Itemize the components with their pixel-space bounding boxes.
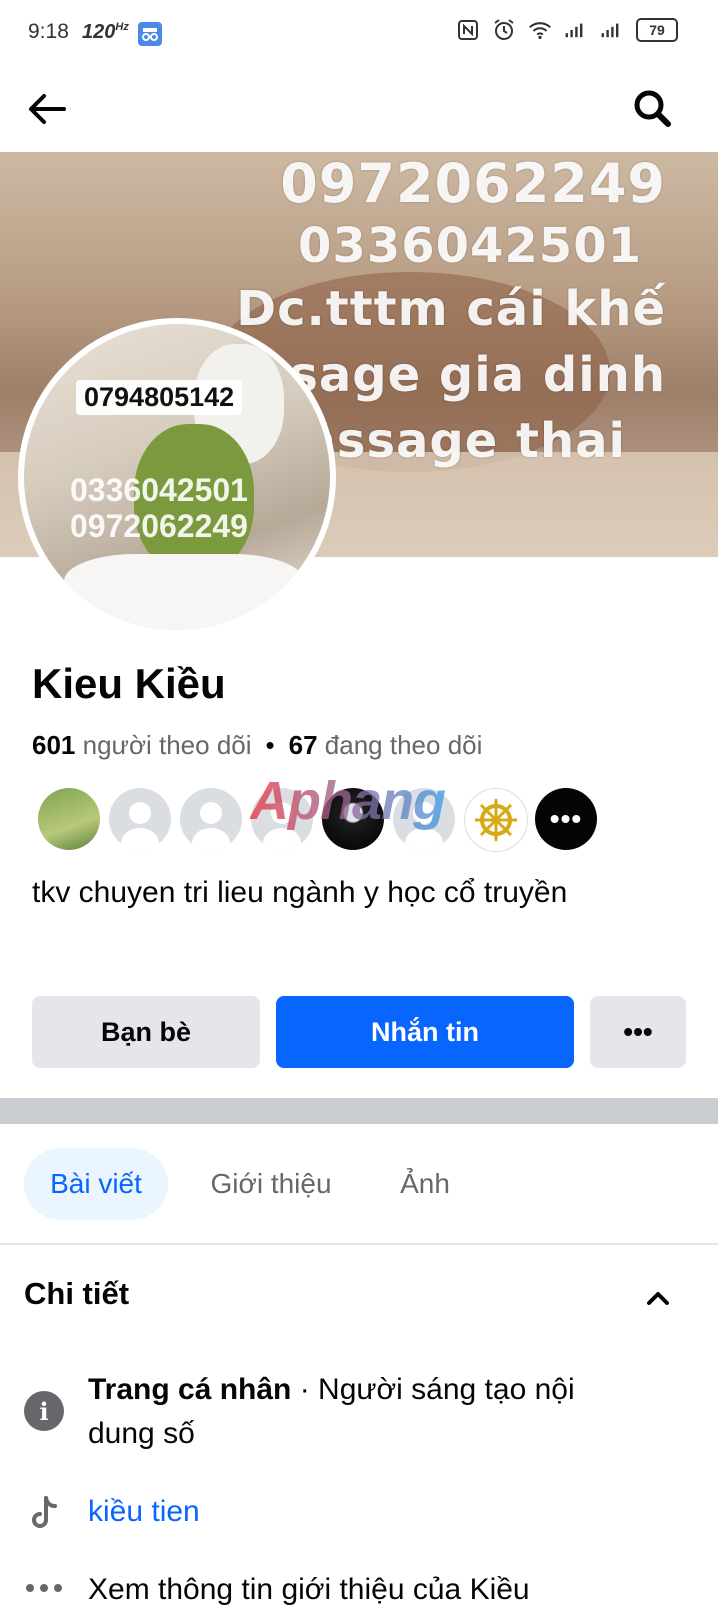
profile-tabs: Bài viết Giới thiệu Ảnh — [0, 1148, 718, 1220]
nfc-icon — [456, 18, 480, 42]
profile-name: Kieu Kiều — [32, 660, 226, 707]
friend-avatar-placeholder[interactable] — [109, 788, 171, 850]
status-bar: 9:18 120Hz 79 — [0, 0, 718, 66]
tiktok-link[interactable]: kiều tien — [88, 1490, 200, 1534]
following-count: 67 — [288, 730, 318, 760]
collapse-details-button[interactable] — [640, 1280, 676, 1316]
incognito-icon — [138, 22, 162, 46]
see-about-text[interactable]: Xem thông tin giới thiệu của Kiều — [88, 1568, 530, 1612]
friend-avatar-placeholder[interactable] — [180, 788, 242, 850]
followers-link[interactable]: 601 người theo dõi — [32, 730, 252, 760]
refresh-rate-value: 120 — [82, 21, 116, 43]
message-button[interactable]: Nhắn tin — [276, 996, 574, 1068]
signal-icon-2 — [600, 18, 624, 42]
detail-tiktok[interactable]: kiều tien — [24, 1490, 694, 1538]
avatar-phone-label: 0794805142 — [76, 380, 243, 415]
status-time: 9:18 — [28, 20, 69, 43]
arrow-left-icon — [29, 94, 66, 124]
cover-line-3: Dc.tttm cái khế — [236, 281, 666, 337]
more-options-button[interactable]: ••• — [590, 996, 686, 1068]
details-title: Chi tiết — [24, 1276, 130, 1311]
search-icon — [634, 90, 671, 127]
dharma-wheel-icon — [475, 799, 517, 841]
avatar-phone-line-1: 0336042501 — [70, 472, 248, 508]
following-link[interactable]: 67 đang theo dõi — [289, 730, 483, 760]
following-label: đang theo dõi — [324, 730, 483, 760]
friend-avatar[interactable] — [464, 788, 528, 852]
watermark: Aphang — [250, 771, 446, 831]
more-friends-button[interactable]: ••• — [535, 788, 597, 850]
search-button[interactable] — [628, 84, 678, 134]
wifi-icon — [528, 18, 552, 42]
battery-indicator: 79 — [636, 18, 678, 42]
followers-label: người theo dõi — [82, 730, 252, 760]
tab-posts[interactable]: Bài viết — [24, 1148, 168, 1220]
separator-dot: • — [265, 730, 275, 760]
signal-icon — [564, 18, 588, 42]
avatar-sheet — [64, 554, 304, 630]
status-icons: 79 — [456, 18, 678, 42]
tab-photos[interactable]: Ảnh — [380, 1148, 470, 1220]
section-divider — [0, 1098, 718, 1124]
profile-avatar[interactable]: 0794805142 0336042501 0972062249 — [18, 318, 336, 636]
cover-line-1: 0972062249 — [280, 152, 666, 215]
top-nav-bar — [0, 66, 718, 152]
detail-see-about[interactable]: Xem thông tin giới thiệu của Kiều — [24, 1568, 694, 1616]
more-dots-icon — [24, 1578, 64, 1618]
back-button[interactable] — [22, 84, 72, 134]
friends-button[interactable]: Bạn bè — [32, 996, 260, 1068]
detail-category-text: Trang cá nhân · Người sáng tạo nội dung … — [88, 1368, 648, 1456]
refresh-rate-indicator: 120Hz — [82, 21, 129, 43]
info-icon: i — [24, 1391, 64, 1431]
cover-line-2: 0336042501 — [298, 218, 642, 274]
tabs-divider — [0, 1243, 718, 1245]
avatar-phone-line-2: 0972062249 — [70, 508, 248, 544]
friend-avatar[interactable] — [38, 788, 100, 850]
tiktok-icon — [24, 1494, 64, 1534]
tab-about[interactable]: Giới thiệu — [196, 1148, 346, 1220]
profile-bio: tkv chuyen tri lieu ngành y học cổ truyề… — [32, 876, 568, 909]
followers-count: 601 — [32, 730, 76, 760]
avatar-phone-text: 0336042501 0972062249 — [70, 472, 248, 544]
follow-stats: 601 người theo dõi • 67 đang theo dõi — [32, 730, 482, 761]
detail-profile-category: i Trang cá nhân · Người sáng tạo nội dun… — [24, 1368, 694, 1464]
alarm-icon — [492, 18, 516, 42]
avatar-image: 0794805142 0336042501 0972062249 — [24, 324, 330, 630]
detail-category-bold: Trang cá nhân — [88, 1373, 292, 1406]
chevron-up-icon — [647, 1292, 669, 1305]
